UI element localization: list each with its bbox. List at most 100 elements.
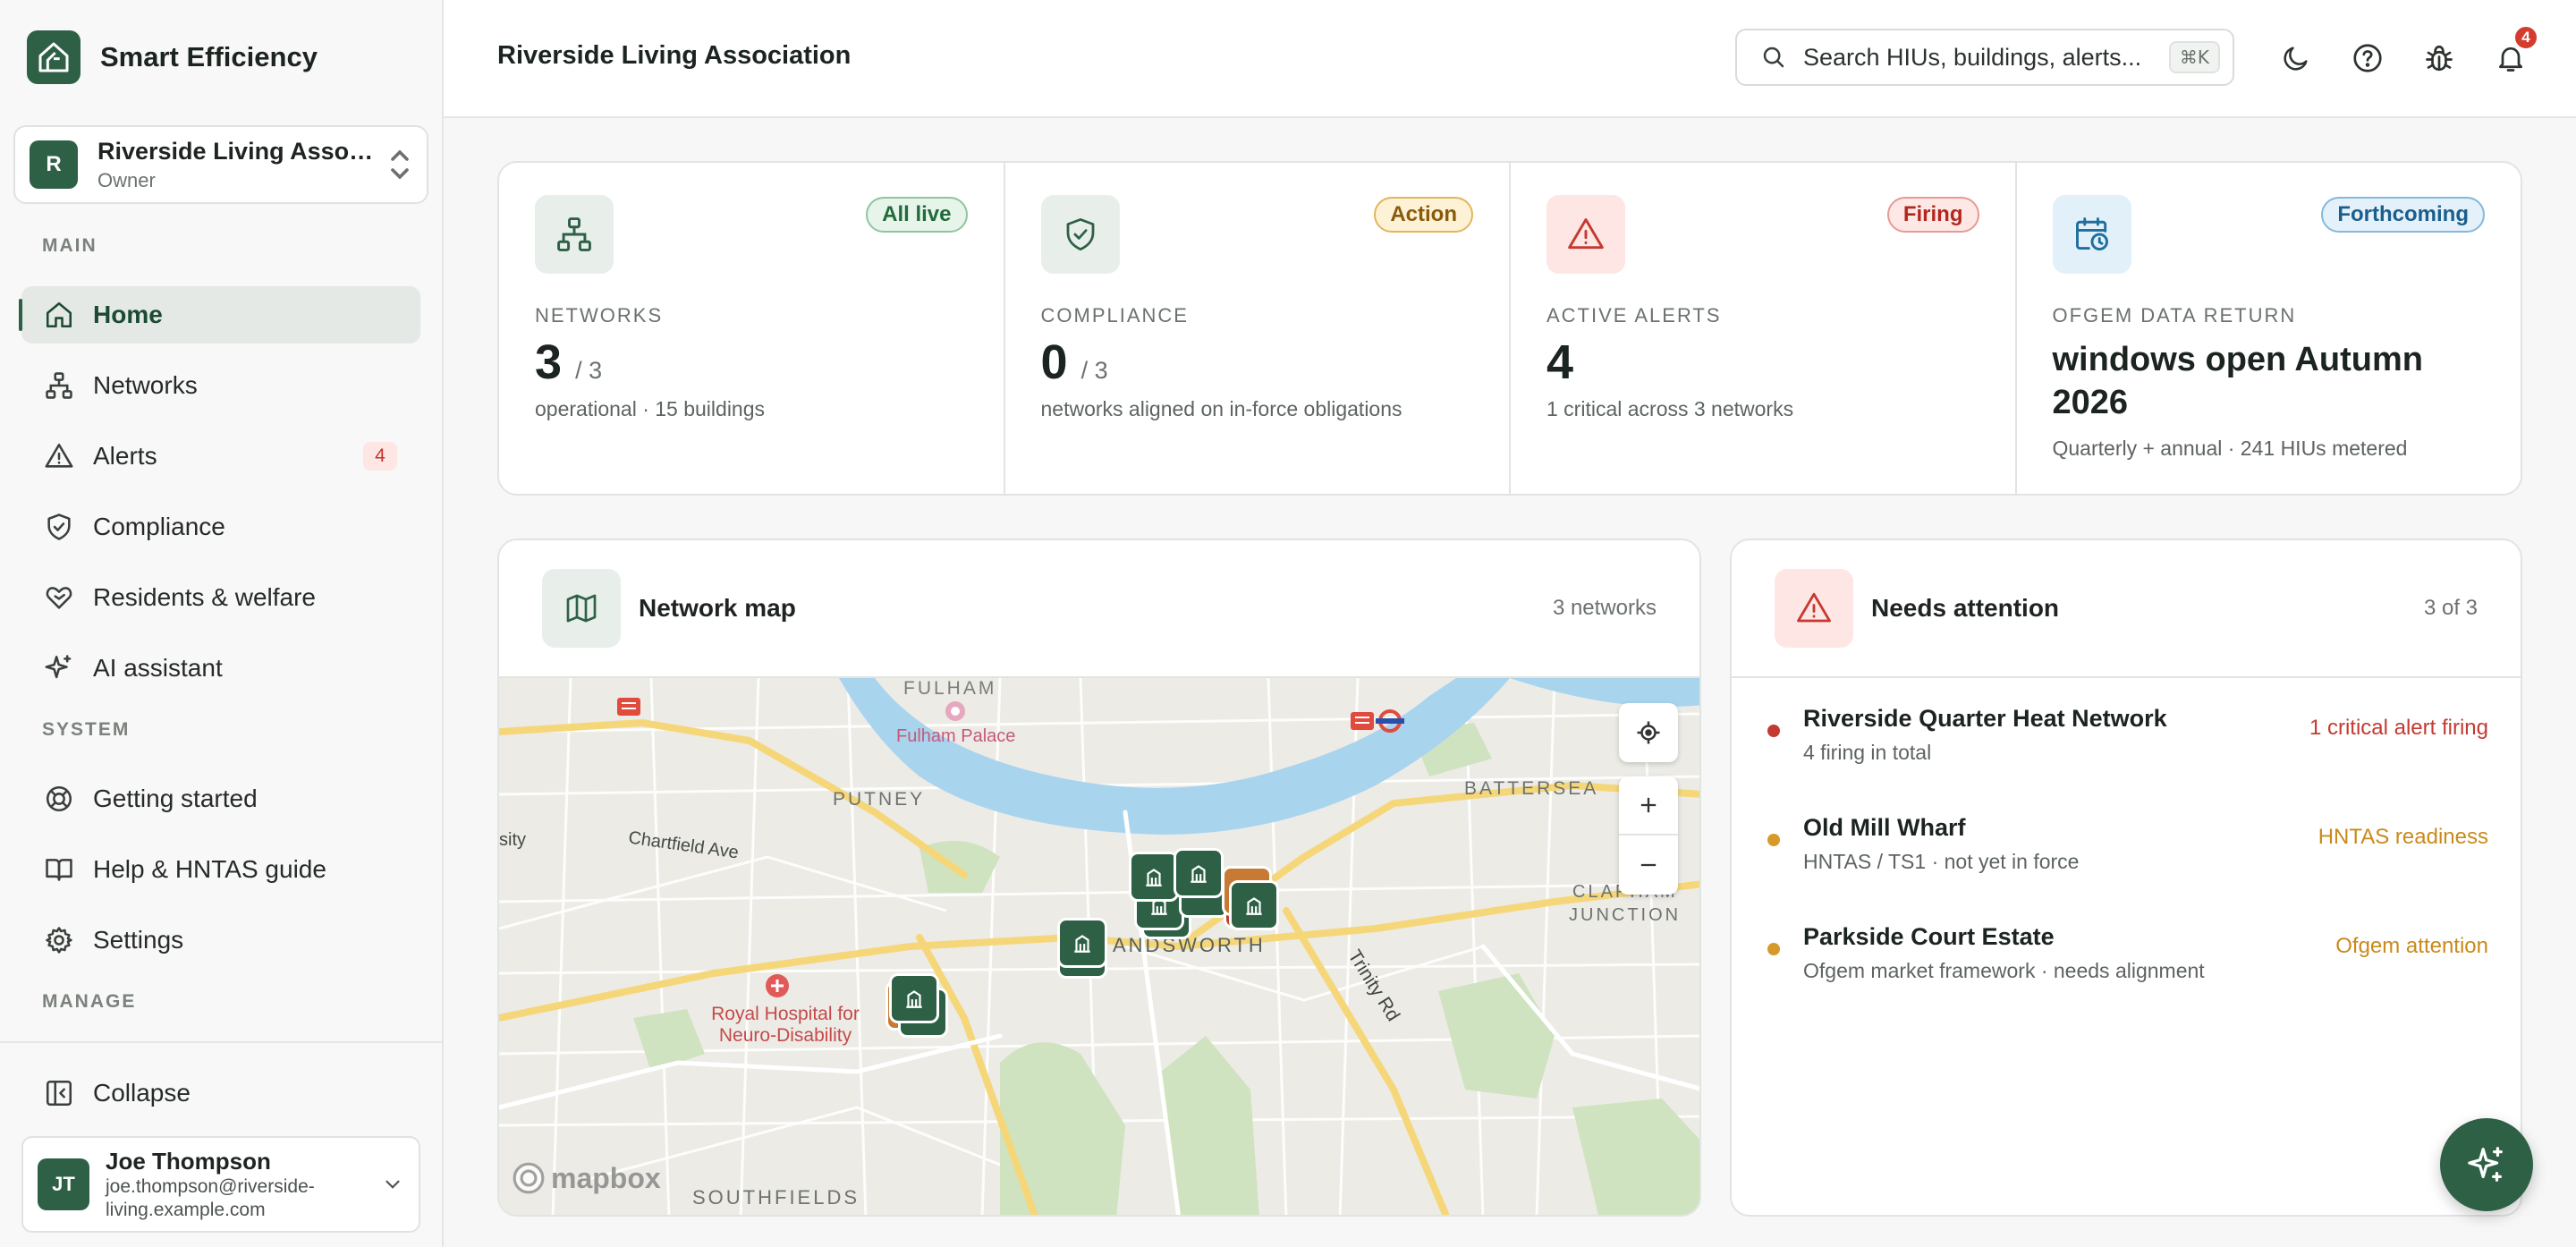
notification-count-badge: 4 bbox=[2513, 25, 2538, 50]
sidebar-item-alerts[interactable]: Alerts 4 bbox=[21, 428, 420, 485]
calendar-clock-icon bbox=[2052, 195, 2131, 274]
heart-hand-icon bbox=[43, 581, 75, 614]
kpi-compliance[interactable]: Action COMPLIANCE 0 / 3 networks aligned… bbox=[1005, 163, 1511, 494]
sidebar-item-label: AI assistant bbox=[93, 654, 223, 682]
brand-logo-icon bbox=[27, 30, 80, 84]
kpi-row: All live NETWORKS 3 / 3 operational · 15… bbox=[497, 161, 2522, 496]
org-name: Riverside Living Assoc... bbox=[97, 137, 382, 165]
brand[interactable]: Smart Efficiency bbox=[27, 30, 318, 84]
zoom-in-button[interactable] bbox=[1619, 776, 1678, 836]
building-icon bbox=[1146, 869, 1162, 886]
sidebar-item-home[interactable]: Home bbox=[19, 286, 420, 344]
avatar: JT bbox=[38, 1158, 89, 1210]
kpi-value-line: 2026 bbox=[2052, 384, 2129, 421]
building-marker[interactable] bbox=[1057, 918, 1107, 968]
network-name: Riverside Quarter Heat Network bbox=[1803, 705, 2167, 732]
network-name: Parkside Court Estate bbox=[1803, 923, 2055, 950]
sidebar-item-getting-started[interactable]: Getting started bbox=[21, 770, 420, 827]
org-role: Owner bbox=[97, 168, 156, 191]
plus-icon bbox=[1640, 797, 1657, 813]
search-input[interactable]: Search HIUs, buildings, alerts... ⌘K bbox=[1735, 29, 2234, 86]
shield-icon bbox=[43, 511, 75, 543]
sidebar-item-label: Alerts bbox=[93, 442, 157, 470]
sidebar-item-networks[interactable]: Networks bbox=[21, 357, 420, 414]
building-marker[interactable] bbox=[1229, 880, 1279, 930]
sidebar-item-ai-assistant[interactable]: AI assistant bbox=[21, 640, 420, 697]
network-detail: Ofgem market framework · needs alignment bbox=[1803, 959, 2205, 982]
kpi-networks[interactable]: All live NETWORKS 3 / 3 operational · 15… bbox=[499, 163, 1005, 494]
card-meta: 3 of 3 bbox=[2423, 596, 2478, 620]
page-title: Riverside Living Association bbox=[497, 41, 852, 70]
org-switcher[interactable]: R Riverside Living Assoc... Owner bbox=[13, 125, 428, 204]
sidebar-item-compliance[interactable]: Compliance bbox=[21, 498, 420, 556]
ai-assistant-button[interactable] bbox=[2440, 1118, 2533, 1211]
network-icon bbox=[535, 195, 614, 274]
user-menu[interactable]: JT Joe Thompson joe.thompson@riverside- … bbox=[21, 1136, 420, 1233]
alert-triangle-icon bbox=[1775, 569, 1853, 648]
kpi-subtext: networks aligned on in-force obligations bbox=[1040, 397, 1402, 420]
kpi-ofgem-return[interactable]: Forthcoming OFGEM DATA RETURN windows op… bbox=[2017, 163, 2521, 494]
kpi-number: 0 bbox=[1040, 335, 1068, 389]
network-name: Old Mill Wharf bbox=[1803, 814, 1966, 841]
alerts-count-badge: 4 bbox=[363, 442, 397, 471]
kpi-value: windows open Autumn 2026 bbox=[2053, 338, 2482, 424]
needs-attention-card: Needs attention 3 of 3 Riverside Quarter… bbox=[1730, 539, 2522, 1217]
map-canvas[interactable]: FULHAM Fulham Palace PUTNEY BATTERSEA Ch… bbox=[499, 678, 1699, 1215]
moon-icon bbox=[2284, 47, 2308, 71]
mapbox-icon bbox=[513, 1162, 545, 1194]
sidebar-item-settings[interactable]: Settings bbox=[21, 912, 420, 969]
card-title: Needs attention bbox=[1871, 594, 2060, 622]
kpi-value-line: windows open Autumn bbox=[2052, 341, 2423, 378]
help-button[interactable] bbox=[2349, 39, 2386, 77]
shield-check-icon bbox=[1040, 195, 1120, 274]
kpi-subtext: 1 critical across 3 networks bbox=[1546, 397, 1794, 420]
search-placeholder: Search HIUs, buildings, alerts... bbox=[1803, 43, 2142, 71]
dark-mode-toggle[interactable] bbox=[2277, 39, 2315, 77]
collapse-button[interactable]: Collapse bbox=[21, 1065, 420, 1122]
list-item[interactable]: Riverside Quarter Heat Network 4 firing … bbox=[1767, 705, 2488, 776]
notifications-button[interactable]: 4 bbox=[2492, 25, 2538, 77]
section-label-main: MAIN bbox=[42, 235, 97, 256]
mapbox-logo[interactable]: mapbox bbox=[512, 1161, 661, 1195]
zoom-controls bbox=[1619, 776, 1678, 895]
building-marker[interactable] bbox=[1174, 848, 1224, 898]
sidebar-item-residents[interactable]: Residents & welfare bbox=[21, 569, 420, 626]
top-bar: Riverside Living Association Search HIUs… bbox=[444, 0, 2576, 118]
sidebar-item-label: Help & HNTAS guide bbox=[93, 855, 326, 883]
status-badge: Forthcoming bbox=[2321, 197, 2485, 233]
user-name: Joe Thompson bbox=[106, 1147, 271, 1175]
sidebar-item-label: Networks bbox=[93, 371, 198, 399]
sidebar-item-label: Residents & welfare bbox=[93, 583, 317, 611]
org-avatar: R bbox=[30, 140, 78, 189]
locate-icon bbox=[1637, 721, 1660, 744]
network-detail: HNTAS / TS1 · not yet in force bbox=[1803, 850, 2080, 873]
kpi-value: 3 / 3 bbox=[535, 335, 602, 390]
kpi-label: ACTIVE ALERTS bbox=[1546, 304, 1722, 327]
map-icon bbox=[542, 569, 621, 648]
list-item[interactable]: Parkside Court Estate Ofgem market frame… bbox=[1767, 923, 2488, 995]
building-marker[interactable] bbox=[1129, 852, 1179, 902]
sidebar-divider bbox=[0, 1041, 442, 1043]
status-dot bbox=[1767, 943, 1780, 955]
geolocate-button[interactable] bbox=[1619, 703, 1678, 762]
bug-report-button[interactable] bbox=[2420, 39, 2458, 77]
chevron-up-down-icon bbox=[391, 149, 409, 180]
alert-triangle-icon bbox=[1546, 195, 1625, 274]
chevron-down-icon bbox=[386, 1180, 400, 1189]
kpi-denominator: / 3 bbox=[1080, 357, 1108, 384]
zoom-out-button[interactable] bbox=[1619, 836, 1678, 895]
attention-status: Ofgem attention bbox=[2335, 934, 2488, 958]
card-meta: 3 networks bbox=[1552, 596, 1657, 620]
lifebuoy-icon bbox=[43, 783, 75, 815]
kpi-number: 3 bbox=[535, 335, 563, 389]
list-item[interactable]: Old Mill Wharf HNTAS / TS1 · not yet in … bbox=[1767, 814, 2488, 886]
kpi-label: COMPLIANCE bbox=[1040, 304, 1189, 327]
card-title: Network map bbox=[639, 594, 796, 622]
building-marker[interactable] bbox=[889, 973, 939, 1023]
sidebar-item-help[interactable]: Help & HNTAS guide bbox=[21, 841, 420, 898]
sparkle-icon bbox=[2468, 1147, 2503, 1182]
section-label-manage: MANAGE bbox=[42, 991, 137, 1012]
kpi-active-alerts[interactable]: Firing ACTIVE ALERTS 4 1 critical across… bbox=[1511, 163, 2017, 494]
book-icon bbox=[43, 853, 75, 886]
network-detail: 4 firing in total bbox=[1803, 741, 1932, 764]
